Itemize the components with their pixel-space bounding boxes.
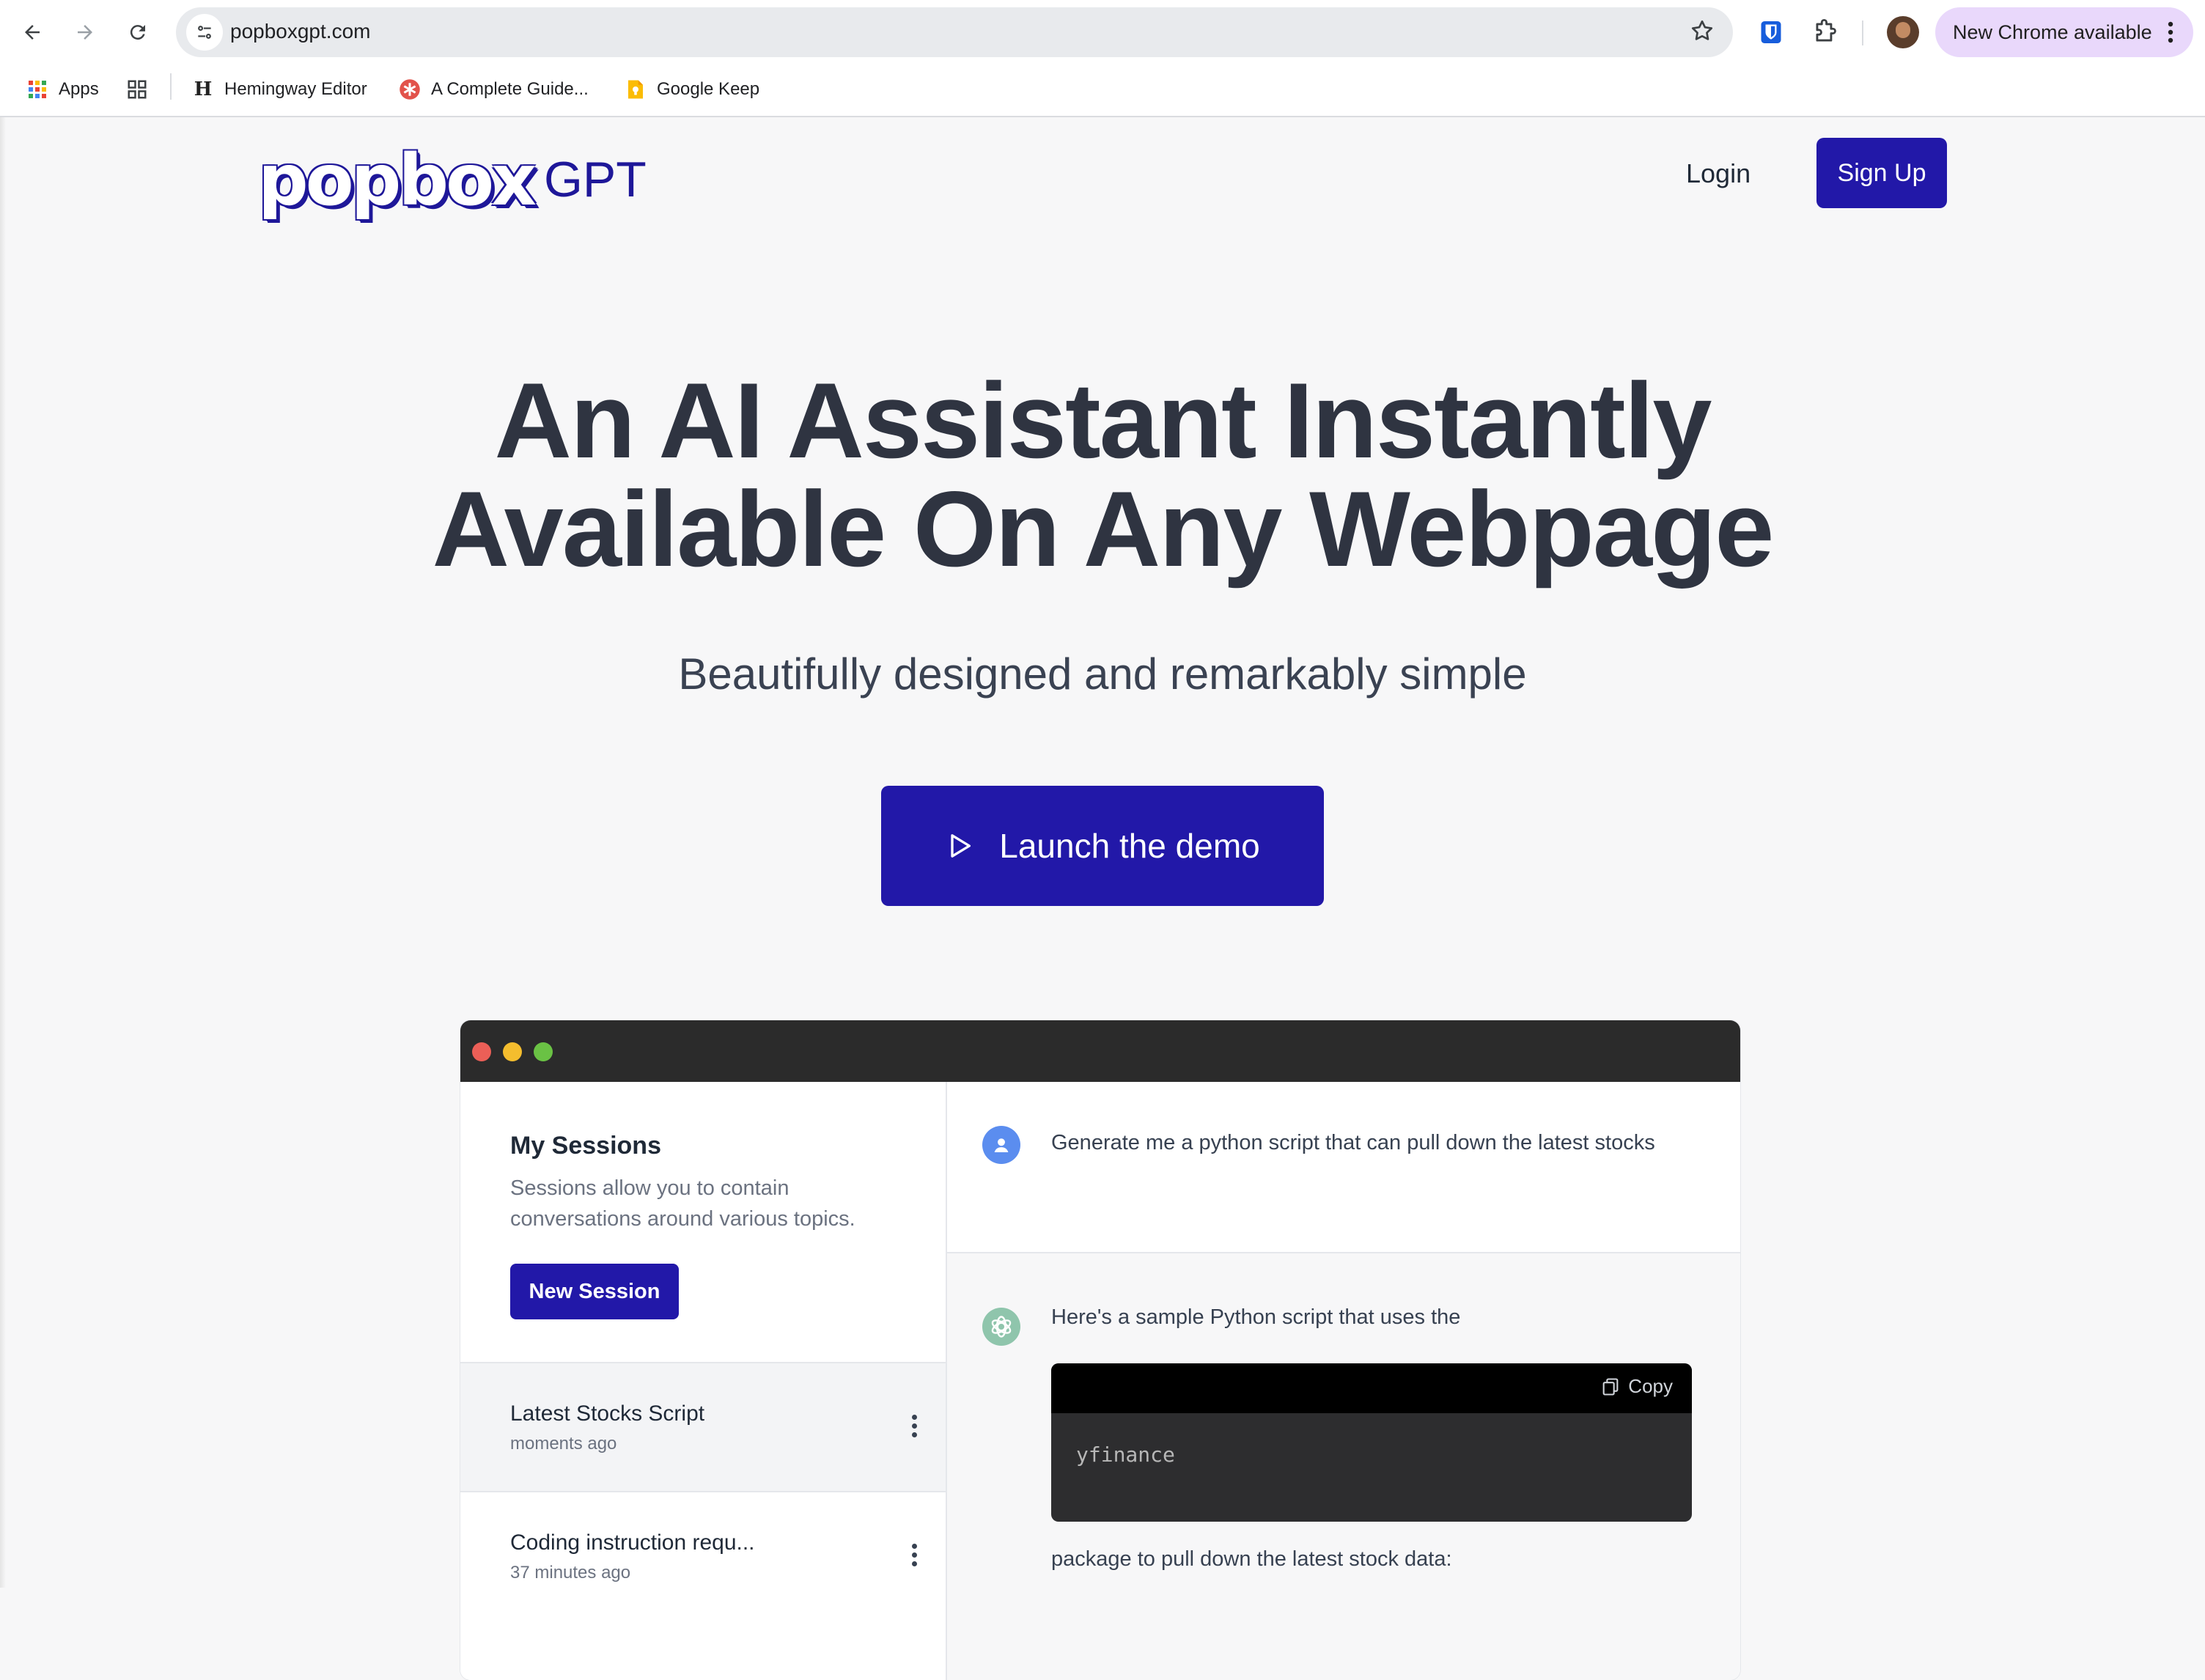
copy-code-button[interactable]: Copy: [1600, 1375, 1673, 1398]
session-item[interactable]: Coding instruction requ... 37 minutes ag…: [460, 1491, 946, 1620]
launch-demo-label: Launch the demo: [999, 827, 1260, 865]
asterisk-badge-icon: [399, 78, 421, 100]
user-avatar-icon: [982, 1126, 1020, 1164]
sessions-description: Sessions allow you to contain conversati…: [510, 1176, 855, 1231]
login-link[interactable]: Login: [1686, 158, 1751, 189]
play-icon: [945, 831, 974, 861]
hero-headline-line-1: An AI Assistant Instantly: [494, 361, 1712, 480]
logo-wordmark: popbox: [258, 139, 537, 221]
arrow-right-icon: [78, 25, 92, 40]
code-content: yfinance: [1076, 1443, 1175, 1467]
code-block-header: Copy: [1051, 1363, 1692, 1413]
apps-grid-icon: [26, 78, 48, 100]
toolbar-divider: [1862, 21, 1863, 45]
chrome-update-button[interactable]: New Chrome available: [1935, 7, 2193, 57]
site-logo[interactable]: popbox GPT: [258, 135, 647, 215]
chrome-update-label: New Chrome available: [1953, 21, 2152, 43]
session-item[interactable]: Latest Stocks Script moments ago: [460, 1362, 946, 1491]
demo-window-titlebar: [460, 1020, 1740, 1082]
site-settings-icon[interactable]: [186, 14, 223, 51]
browser-toolbar: popboxgpt.com New Chrome available: [0, 0, 2205, 65]
demo-app-window: My Sessions Sessions allow you to contai…: [460, 1020, 1740, 1680]
chat-pane: Generate me a python script that can pul…: [947, 1082, 1740, 1680]
session-menu-icon[interactable]: [912, 1544, 918, 1570]
extensions-puzzle-icon[interactable]: [1808, 15, 1843, 50]
arrow-left-icon: [25, 25, 40, 40]
bookmark-star-icon[interactable]: [1689, 18, 1715, 48]
bookmark-label: Hemingway Editor: [224, 79, 367, 99]
assistant-message: Here's a sample Python script that uses …: [947, 1253, 1740, 1680]
bookmarks-divider: [170, 73, 172, 100]
minimize-dot-icon: [503, 1042, 522, 1061]
google-keep-icon: [625, 78, 647, 100]
back-button[interactable]: [13, 13, 51, 51]
url-text[interactable]: popboxgpt.com: [230, 20, 370, 43]
user-message: Generate me a python script that can pul…: [947, 1082, 1740, 1253]
sessions-sidebar: My Sessions Sessions allow you to contai…: [460, 1082, 947, 1680]
kebab-menu-icon[interactable]: [2167, 21, 2174, 48]
page-content: popbox GPT Login Sign Up An AI Assistant…: [0, 117, 2205, 1680]
bitwarden-extension-icon[interactable]: [1753, 15, 1789, 50]
profile-avatar[interactable]: [1887, 16, 1919, 48]
launch-demo-button[interactable]: Launch the demo: [881, 786, 1324, 906]
session-time: 37 minutes ago: [510, 1563, 631, 1583]
close-dot-icon: [472, 1042, 491, 1061]
window-edge-shadow: [0, 117, 6, 1588]
copy-label: Copy: [1628, 1375, 1673, 1397]
session-time: moments ago: [510, 1434, 617, 1454]
reload-button[interactable]: [119, 13, 157, 51]
session-title: Coding instruction requ...: [510, 1530, 755, 1555]
hero-subheading: Beautifully designed and remarkably simp…: [678, 649, 1527, 699]
address-bar[interactable]: popboxgpt.com: [176, 7, 1733, 57]
assistant-followup-text: package to pull down the latest stock da…: [1051, 1547, 1452, 1571]
forward-button[interactable]: [66, 13, 104, 51]
session-menu-icon[interactable]: [912, 1415, 918, 1441]
sessions-title: My Sessions: [510, 1132, 661, 1160]
new-session-button[interactable]: New Session: [510, 1264, 679, 1319]
copy-icon: [1602, 1377, 1619, 1396]
user-message-text: Generate me a python script that can pul…: [1051, 1131, 1655, 1154]
bookmark-complete-guide[interactable]: A Complete Guide...: [399, 75, 589, 104]
hemingway-icon: H: [194, 78, 213, 100]
grid-squares-icon: [126, 78, 148, 100]
bookmark-google-keep[interactable]: Google Keep: [625, 75, 759, 104]
hero-headline-line-2: Available On Any Webpage: [432, 469, 1775, 589]
hero-headline: An AI Assistant Instantly Available On A…: [0, 366, 2205, 583]
code-block: Copy yfinance: [1051, 1363, 1692, 1522]
session-title: Latest Stocks Script: [510, 1401, 705, 1426]
bookmark-hemingway[interactable]: H Hemingway Editor: [192, 75, 367, 104]
bookmark-label: Google Keep: [657, 79, 760, 99]
logo-suffix: GPT: [543, 152, 647, 207]
bookmark-label: Apps: [59, 79, 99, 99]
bookmark-apps[interactable]: Apps: [26, 75, 99, 104]
signup-button[interactable]: Sign Up: [1816, 138, 1947, 208]
maximize-dot-icon: [534, 1042, 553, 1061]
assistant-intro-text: Here's a sample Python script that uses …: [1051, 1305, 1461, 1329]
openai-logo-icon: [982, 1308, 1020, 1346]
reload-icon: [130, 25, 145, 40]
bookmark-label: A Complete Guide...: [431, 79, 589, 99]
tab-groups-button[interactable]: [126, 75, 158, 104]
bookmarks-bar: Apps H Hemingway Editor A Complete Guide…: [0, 65, 2205, 117]
